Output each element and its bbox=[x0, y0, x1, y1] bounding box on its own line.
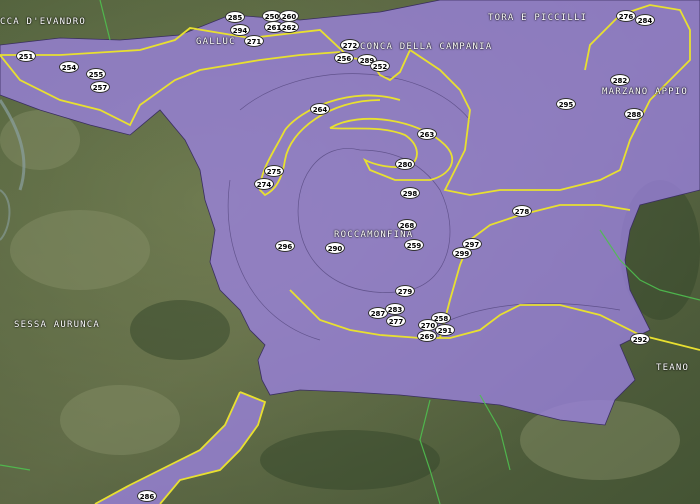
site-marker[interactable]: 269 bbox=[417, 330, 437, 342]
site-marker[interactable]: 296 bbox=[275, 240, 295, 252]
site-marker[interactable]: 286 bbox=[137, 490, 157, 502]
site-marker[interactable]: 251 bbox=[16, 50, 36, 62]
map-view[interactable]: CCA D'EVANDRO GALLUC CONCA DELLA CAMPANI… bbox=[0, 0, 700, 504]
place-label: CONCA DELLA CAMPANIA bbox=[360, 42, 493, 52]
site-marker[interactable]: 271 bbox=[244, 35, 264, 47]
site-marker[interactable]: 280 bbox=[395, 158, 415, 170]
site-marker[interactable]: 272 bbox=[340, 39, 360, 51]
site-marker[interactable]: 268 bbox=[397, 219, 417, 231]
site-marker[interactable]: 295 bbox=[556, 98, 576, 110]
place-label: GALLUC bbox=[196, 37, 236, 47]
site-marker[interactable]: 274 bbox=[254, 178, 274, 190]
site-marker[interactable]: 285 bbox=[225, 11, 245, 23]
site-marker[interactable]: 263 bbox=[417, 128, 437, 140]
site-marker[interactable]: 299 bbox=[452, 247, 472, 259]
place-label: MARZANO APPIO bbox=[602, 87, 689, 97]
site-marker[interactable]: 264 bbox=[310, 103, 330, 115]
site-marker[interactable]: 275 bbox=[264, 165, 284, 177]
site-marker[interactable]: 278 bbox=[512, 205, 532, 217]
site-marker[interactable]: 277 bbox=[386, 315, 406, 327]
site-marker[interactable]: 284 bbox=[635, 14, 655, 26]
site-marker[interactable]: 254 bbox=[59, 61, 79, 73]
place-label: SESSA AURUNCA bbox=[14, 320, 101, 330]
site-marker[interactable]: 257 bbox=[90, 81, 110, 93]
site-marker[interactable]: 276 bbox=[616, 10, 636, 22]
site-marker[interactable]: 282 bbox=[610, 74, 630, 86]
site-marker[interactable]: 262 bbox=[279, 21, 299, 33]
site-marker[interactable]: 252 bbox=[370, 60, 390, 72]
site-marker[interactable]: 291 bbox=[435, 324, 455, 336]
site-marker[interactable]: 290 bbox=[325, 242, 345, 254]
site-marker[interactable]: 255 bbox=[86, 68, 106, 80]
site-marker[interactable]: 259 bbox=[404, 239, 424, 251]
place-label: TORA E PICCILLI bbox=[488, 13, 588, 23]
place-label: TEANO bbox=[656, 363, 690, 373]
site-marker[interactable]: 256 bbox=[334, 52, 354, 64]
site-marker[interactable]: 283 bbox=[385, 303, 405, 315]
site-marker[interactable]: 279 bbox=[395, 285, 415, 297]
site-marker[interactable]: 294 bbox=[230, 24, 250, 36]
site-marker[interactable]: 298 bbox=[400, 187, 420, 199]
place-label: CCA D'EVANDRO bbox=[0, 17, 87, 27]
site-marker[interactable]: 292 bbox=[630, 333, 650, 345]
place-label: ROCCAMONFINA bbox=[334, 230, 414, 240]
site-marker[interactable]: 288 bbox=[624, 108, 644, 120]
